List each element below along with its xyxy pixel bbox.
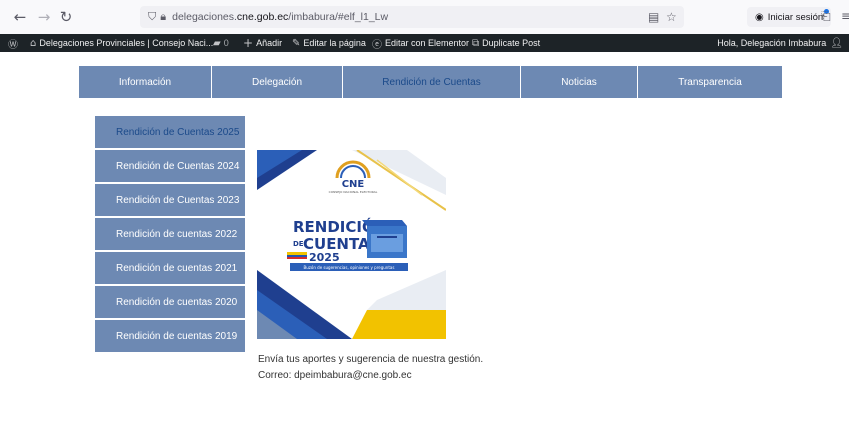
sidebar-item-2024[interactable]: Rendición de Cuentas 2024 <box>95 150 245 182</box>
main-navigation: Información Delegación Rendición de Cuen… <box>79 66 782 98</box>
reload-icon[interactable]: ↻ <box>58 9 74 25</box>
add-new-link[interactable]: + Añadir <box>243 34 282 52</box>
banner-year: 2025 <box>309 251 340 264</box>
plus-icon: + <box>243 36 254 50</box>
edit-page-label: Editar la página <box>303 38 366 48</box>
url-domain: cne.gob.ec <box>236 11 289 23</box>
add-label: Añadir <box>256 38 283 48</box>
signin-button[interactable]: ◉ Iniciar sesión <box>747 7 832 27</box>
extensions-icon[interactable]: ⎗ <box>821 9 831 24</box>
site-name: Delegaciones Provinciales | Consejo Naci… <box>39 38 214 48</box>
elementor-label: Editar con Elementor <box>385 38 470 48</box>
duplicate-icon: ⧉ <box>472 37 480 49</box>
dashboard-icon: ⌂ <box>30 37 37 49</box>
sidebar-item-2025[interactable]: Rendición de Cuentas 2025 <box>95 116 245 148</box>
rendicion-cuentas-banner[interactable]: CNE CONSEJO NACIONAL ELECTORAL RENDICIÓN… <box>257 150 446 339</box>
nav-item-noticias[interactable]: Noticias <box>521 66 638 98</box>
url-text: delegaciones.cne.gob.ec/imbabura/#elf_l1… <box>172 11 388 23</box>
content-line-2: Correo: dpeimbabura@cne.gob.ec <box>258 370 412 381</box>
url-path: /imbabura/#elf_l1_Lw <box>288 11 389 23</box>
reader-view-icon[interactable]: ▤ <box>648 10 659 24</box>
banner-logo-subtext: CONSEJO NACIONAL ELECTORAL <box>329 190 378 194</box>
browser-toolbar: ← → ↻ ⛉ 🔒︎ delegaciones.cne.gob.ec/imbab… <box>0 0 849 34</box>
shield-icon[interactable]: ⛉ <box>148 10 156 24</box>
nav-item-informacion[interactable]: Información <box>79 66 212 98</box>
bookmark-star-icon[interactable]: ☆ <box>666 10 677 24</box>
nav-item-delegacion[interactable]: Delegación <box>212 66 343 98</box>
lock-icon[interactable]: 🔒︎ <box>160 10 166 24</box>
nav-item-transparencia[interactable]: Transparencia <box>638 66 782 98</box>
banner-logo-text: CNE <box>342 179 365 190</box>
comments-link[interactable]: ▰ 0 <box>213 34 229 52</box>
account-menu[interactable]: Hola, Delegación Imbabura 👤︎ <box>717 34 843 52</box>
sidebar-menu: Rendición de Cuentas 2025 Rendición de C… <box>95 116 245 354</box>
sidebar-item-2023[interactable]: Rendición de Cuentas 2023 <box>95 184 245 216</box>
duplicate-label: Duplicate Post <box>482 38 541 48</box>
content-line-1: Envía tus aportes y sugerencia de nuestr… <box>258 354 484 365</box>
elementor-icon: ⓔ <box>372 39 382 51</box>
signin-label: Iniciar sesión <box>767 11 824 23</box>
greeting: Hola, Delegación Imbabura <box>717 38 827 48</box>
account-icon: ◉ <box>755 11 764 23</box>
duplicate-post-link[interactable]: ⧉ Duplicate Post <box>472 34 540 52</box>
elementor-link[interactable]: ⓔ Editar con Elementor <box>372 34 469 52</box>
sidebar-item-2022[interactable]: Rendición de cuentas 2022 <box>95 218 245 250</box>
url-prefix: delegaciones. <box>172 11 237 23</box>
content-text: Envía tus aportes y sugerencia de nuestr… <box>258 352 483 384</box>
address-bar[interactable]: ⛉ 🔒︎ delegaciones.cne.gob.ec/imbabura/#e… <box>140 6 684 28</box>
forward-arrow-icon[interactable]: → <box>36 9 52 25</box>
site-name-link[interactable]: ⌂ Delegaciones Provinciales | Consejo Na… <box>30 34 213 52</box>
back-arrow-icon[interactable]: ← <box>12 9 28 25</box>
sidebar-item-2019[interactable]: Rendición de cuentas 2019 <box>95 320 245 352</box>
comments-count: 0 <box>223 38 229 48</box>
banner-graphic: CNE CONSEJO NACIONAL ELECTORAL RENDICIÓN… <box>257 150 446 339</box>
wordpress-logo-icon[interactable]: Ⓦ <box>8 34 18 52</box>
banner-caption: Buzón de sugerencias, opiniones y pregun… <box>304 265 395 270</box>
comment-icon: ▰ <box>213 37 221 49</box>
user-avatar-icon: 👤︎ <box>830 37 843 49</box>
edit-page-link[interactable]: ✎ Editar la página <box>292 34 366 52</box>
pencil-icon: ✎ <box>292 37 301 49</box>
sidebar-item-2020[interactable]: Rendición de cuentas 2020 <box>95 286 245 318</box>
nav-item-rendicion-de-cuentas[interactable]: Rendición de Cuentas <box>343 66 521 98</box>
menu-icon[interactable]: ≡ <box>841 9 849 23</box>
sidebar-item-2021[interactable]: Rendición de cuentas 2021 <box>95 252 245 284</box>
wp-admin-bar: Ⓦ ⌂ Delegaciones Provinciales | Consejo … <box>0 34 849 52</box>
